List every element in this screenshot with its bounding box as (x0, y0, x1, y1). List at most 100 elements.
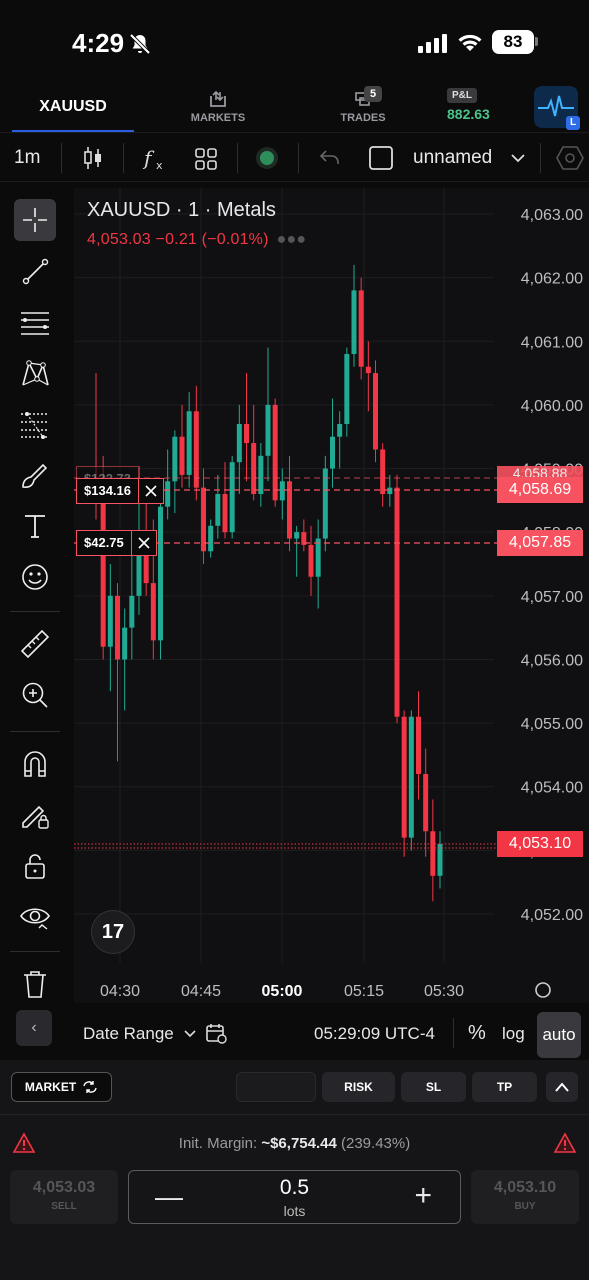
tab-symbol[interactable]: XAUUSD (12, 84, 134, 132)
trades-label: TRADES (340, 112, 386, 124)
collapse-chevron-icon[interactable]: ‹ (16, 1010, 52, 1046)
trades-count-badge: 5 (364, 86, 382, 102)
timezone-clock[interactable]: 05:29:09 UTC-4 (314, 1024, 435, 1044)
ruler-icon[interactable] (14, 623, 56, 665)
chevron-up-icon[interactable] (546, 1072, 578, 1102)
candle-body (401, 716, 407, 838)
axis-settings-icon[interactable] (535, 982, 551, 998)
candle-body (358, 290, 364, 367)
zoom-in-icon[interactable] (14, 674, 56, 716)
pulse-logo-icon[interactable]: L (534, 86, 580, 130)
divider (237, 143, 238, 173)
magnet-icon[interactable] (14, 743, 56, 785)
buy-label: BUY (514, 1201, 536, 1212)
y-tick-label: 4,056.00 (521, 652, 583, 669)
candle-body (186, 411, 192, 475)
interval-button[interactable]: 1m (14, 145, 40, 171)
divider (453, 1018, 454, 1048)
x-tick-label: 04:45 (181, 983, 221, 1000)
tab-markets[interactable]: MARKETS (180, 90, 256, 124)
order-panel: MARKET RISK SL TP Init. Margin: ~$6,754.… (0, 1060, 589, 1280)
position-tag[interactable]: $134.16 (76, 478, 164, 504)
svg-text:x: x (156, 159, 163, 171)
stop-loss-button[interactable]: SL (401, 1072, 466, 1102)
square-icon[interactable] (368, 145, 394, 171)
settings-hex-icon[interactable] (556, 145, 584, 171)
text-icon[interactable] (14, 505, 56, 547)
more-icon[interactable]: ●●● (277, 231, 307, 248)
undo-icon[interactable] (318, 145, 342, 171)
lots-value[interactable]: 0.5 (129, 1176, 460, 1200)
lots-stepper[interactable]: — 0.5 lots + (128, 1170, 461, 1224)
close-position-icon[interactable] (139, 479, 163, 503)
candle-body (172, 436, 178, 482)
candles-icon[interactable] (82, 145, 104, 171)
trend-line-icon[interactable] (14, 250, 56, 292)
pnl-badge[interactable]: P&L (447, 88, 477, 103)
candle-body (365, 366, 371, 374)
divider (540, 143, 541, 173)
pattern-icon[interactable] (14, 352, 56, 394)
tab-trades[interactable]: 5 TRADES (330, 86, 396, 124)
indicators-icon[interactable]: f x (142, 145, 168, 171)
candle-body (208, 525, 214, 552)
order-option-empty[interactable] (236, 1072, 316, 1102)
candle-body (294, 532, 300, 539)
sell-button[interactable]: 4,053.03 SELL (10, 1170, 118, 1224)
price-label-position: 4,058.69 (497, 477, 583, 503)
calendar-icon[interactable] (205, 1022, 227, 1044)
layout-name[interactable]: unnamed (413, 145, 492, 171)
y-tick-label: 4,062.00 (521, 271, 583, 288)
horizontal-lines-icon[interactable] (14, 301, 56, 343)
log-scale-button[interactable]: log (502, 1024, 525, 1044)
brush-icon[interactable] (14, 454, 56, 496)
y-tick-label: 4,060.00 (521, 398, 583, 415)
chevron-down-icon[interactable] (509, 145, 527, 171)
candle-body (423, 774, 429, 832)
position-tag[interactable]: $42.75 (76, 530, 157, 556)
take-profit-button[interactable]: TP (472, 1072, 537, 1102)
risk-button[interactable]: RISK (322, 1072, 395, 1102)
crosshair-icon[interactable] (14, 199, 56, 241)
buy-button[interactable]: 4,053.10 BUY (471, 1170, 579, 1224)
divider (10, 611, 60, 612)
candle-body (380, 449, 386, 494)
percent-scale-button[interactable]: % (468, 1022, 486, 1045)
pnl-value[interactable]: 882.63 (447, 106, 490, 122)
candlestick-chart[interactable]: 4,063.004,062.004,061.004,060.004,059.00… (74, 188, 589, 1003)
battery-icon: 83 (492, 30, 534, 54)
candle-body (437, 844, 443, 876)
layouts-icon[interactable] (194, 145, 218, 171)
divider (0, 1114, 589, 1115)
candle-body (322, 468, 328, 539)
init-margin: Init. Margin: ~$6,754.44 (239.43%) (0, 1135, 589, 1152)
candle-body (272, 404, 278, 501)
date-range-button[interactable]: Date Range (83, 1024, 197, 1044)
candle-body (100, 500, 106, 647)
init-margin-label: Init. Margin: (178, 1135, 258, 1152)
chart-title: XAUUSD · 1 · Metals (87, 199, 276, 221)
candle-body (215, 494, 221, 526)
candle-body (251, 443, 257, 494)
close-position-icon[interactable] (132, 531, 156, 555)
divider (61, 143, 62, 173)
eye-icon[interactable] (14, 896, 56, 938)
increase-lots-button[interactable]: + (414, 1181, 432, 1211)
candle-body (373, 373, 378, 450)
chevron-down-icon (184, 1030, 197, 1038)
position-amount: $134.16 (77, 479, 139, 503)
y-tick-label: 4,052.00 (521, 907, 583, 924)
auto-scale-button[interactable]: auto (537, 1012, 581, 1058)
trash-icon[interactable] (14, 963, 56, 1005)
tradingview-logo-icon[interactable]: 17 (91, 910, 135, 954)
warning-icon[interactable] (553, 1132, 577, 1154)
unlock-icon[interactable] (14, 845, 56, 887)
candle-body (222, 494, 228, 533)
fib-icon[interactable] (14, 403, 56, 445)
candle-body (129, 595, 135, 628)
order-type-button[interactable]: MARKET (11, 1072, 112, 1102)
record-icon[interactable] (255, 145, 279, 171)
lock-drawings-icon[interactable] (14, 794, 56, 836)
emoji-icon[interactable] (14, 556, 56, 598)
date-range-label: Date Range (83, 1024, 174, 1043)
